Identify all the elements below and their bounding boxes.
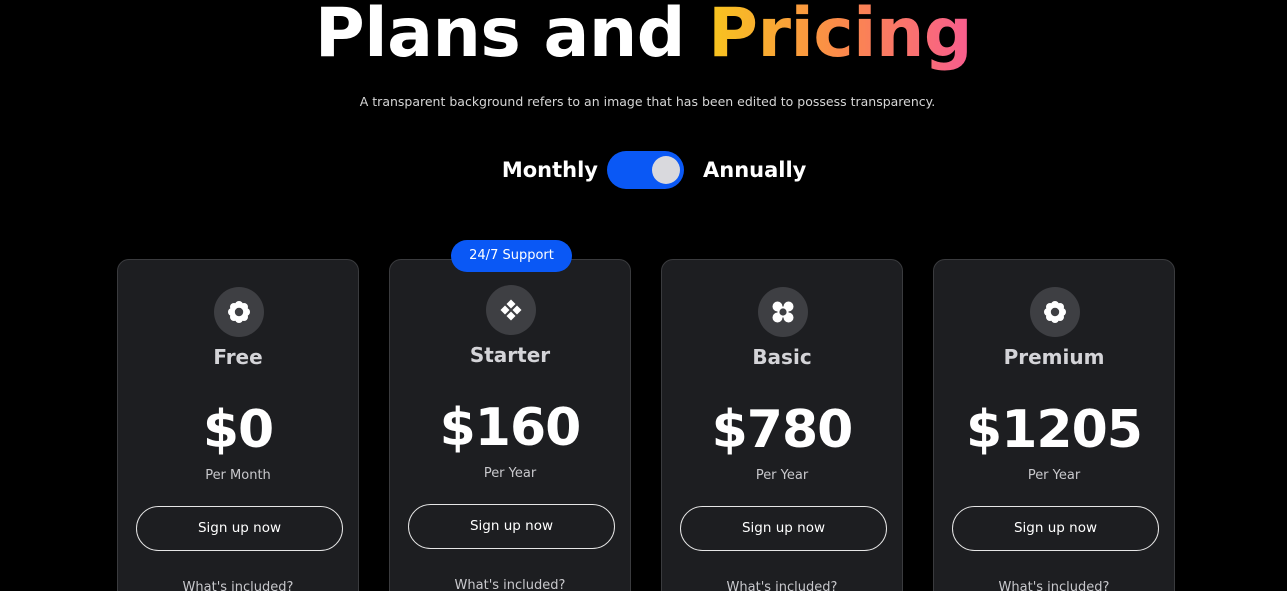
billing-annually-label[interactable]: Annually	[703, 158, 806, 182]
plan-price: $160	[439, 398, 582, 458]
plan-name: Free	[213, 345, 263, 369]
signup-button[interactable]: Sign up now	[136, 506, 343, 551]
plan-price: $1205	[966, 400, 1143, 460]
signup-button[interactable]: Sign up now	[680, 506, 887, 551]
plan-price: $780	[711, 400, 854, 460]
whats-included-link[interactable]: What's included?	[662, 580, 902, 591]
flower-icon	[214, 287, 264, 337]
plan-card-free: Free $0 Per Month Sign up now What's inc…	[117, 259, 359, 591]
whats-included-link[interactable]: What's included?	[390, 578, 630, 591]
page-subtitle: A transparent background refers to an im…	[359, 94, 936, 109]
plan-period: Per Month	[205, 468, 271, 483]
clover-icon	[758, 287, 808, 337]
plan-card-basic: Basic $780 Per Year Sign up now What's i…	[661, 259, 903, 591]
plan-name: Premium	[1003, 345, 1105, 369]
plan-price: $0	[202, 400, 274, 460]
signup-button[interactable]: Sign up now	[952, 506, 1159, 551]
pricing-page: Plans and Pricing A transparent backgrou…	[0, 0, 1287, 591]
billing-monthly-label[interactable]: Monthly	[502, 158, 598, 182]
flower-icon	[1030, 287, 1080, 337]
plan-card-starter: Starter $160 Per Year Sign up now What's…	[389, 259, 631, 591]
plan-name: Starter	[469, 343, 551, 367]
page-title-highlight: Pricing	[708, 0, 972, 73]
plan-period: Per Year	[1027, 468, 1081, 483]
support-badge: 24/7 Support	[451, 240, 572, 272]
diamond-grid-icon	[486, 285, 536, 335]
page-title: Plans and Pricing	[0, 0, 1287, 76]
billing-toggle-row: Monthly Annually	[0, 150, 1287, 190]
whats-included-link[interactable]: What's included?	[934, 580, 1174, 591]
whats-included-link[interactable]: What's included?	[118, 580, 358, 591]
plan-period: Per Year	[483, 466, 537, 481]
page-title-plain: Plans and	[314, 0, 709, 73]
plan-card-premium: Premium $1205 Per Year Sign up now What'…	[933, 259, 1175, 591]
plan-period: Per Year	[755, 468, 809, 483]
billing-toggle-switch[interactable]	[607, 151, 684, 189]
signup-button[interactable]: Sign up now	[408, 504, 615, 549]
toggle-knob	[652, 156, 680, 184]
plan-name: Basic	[752, 345, 812, 369]
